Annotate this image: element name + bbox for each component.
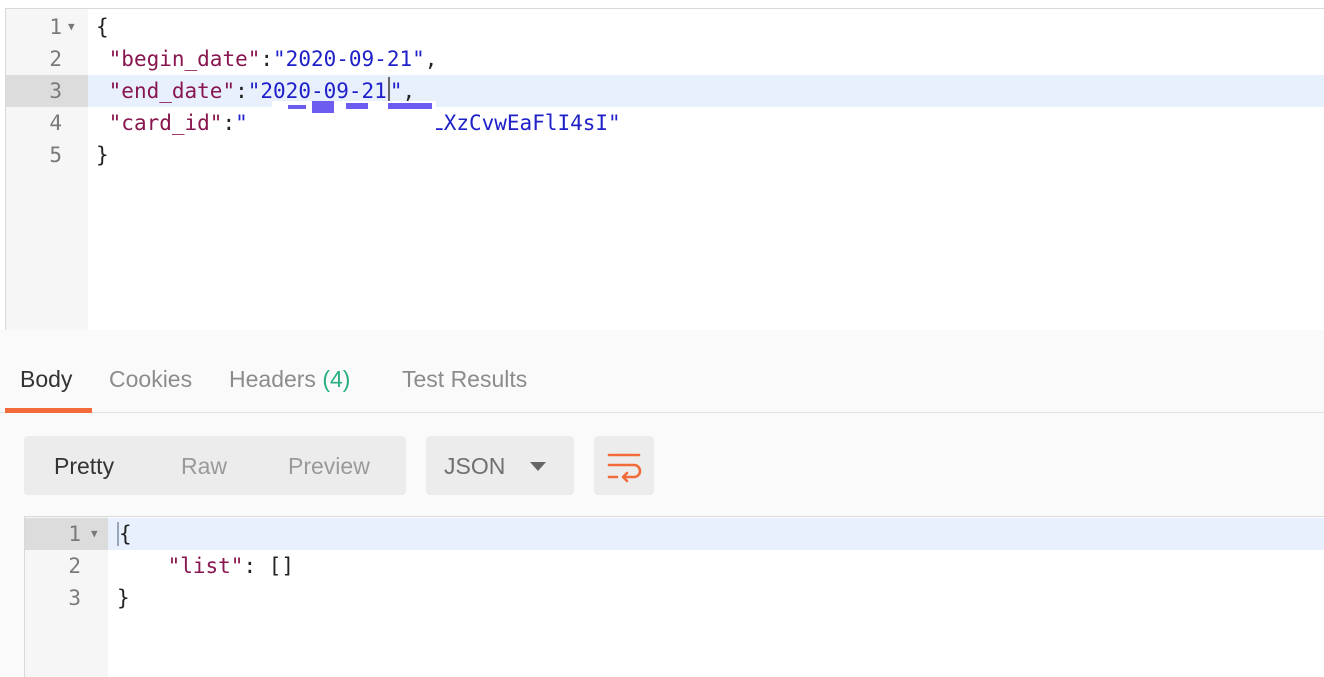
code-line: 2 "list": [] [25, 550, 1324, 582]
line-number: 3 [49, 79, 62, 103]
line-number: 4 [49, 111, 62, 135]
wrap-lines-icon [607, 453, 642, 483]
chevron-down-icon[interactable]: ▼ [91, 518, 98, 550]
line-number: 2 [68, 554, 81, 578]
redaction-mark [388, 103, 432, 109]
brace-close: } [96, 143, 109, 167]
tab-headers[interactable]: Headers (4) [229, 366, 350, 393]
response-tabs: Body Cookies Headers (4) Test Results [0, 332, 1324, 413]
line-number: 5 [49, 143, 62, 167]
format-dropdown[interactable]: JSON [426, 436, 574, 495]
raw-button[interactable]: Raw [181, 453, 227, 480]
code-line[interactable]: 1 ▼ { [6, 11, 1324, 43]
code-line[interactable]: 2 "begin_date":"2020-09-21", [6, 43, 1324, 75]
chevron-down-icon[interactable]: ▼ [68, 11, 75, 43]
line-number: 2 [49, 47, 62, 71]
tab-headers-label: Headers [229, 366, 316, 392]
active-code-line[interactable]: 1 ▼ { [25, 518, 1324, 550]
tab-cookies[interactable]: Cookies [109, 366, 192, 393]
json-value: "2020-09-21" [273, 47, 425, 71]
active-tab-indicator [5, 408, 92, 413]
preview-button[interactable]: Preview [288, 453, 370, 480]
active-code-line[interactable]: 3 "end_date":"2020-09-21 ", [6, 75, 1324, 107]
code-line: 3 } [25, 582, 1324, 614]
line-number: 1 [68, 522, 81, 546]
code-line[interactable]: 5 } [6, 139, 1324, 171]
tab-body[interactable]: Body [20, 366, 72, 393]
json-value: "2020-09-21 [247, 79, 387, 103]
line-number: 3 [68, 586, 81, 610]
request-body-editor[interactable]: 1 ▼ { 2 "begin_date":"2020-09-21", 3 "en… [5, 8, 1324, 332]
redaction-mark [288, 105, 306, 109]
tab-test-results[interactable]: Test Results [402, 366, 527, 393]
response-body-viewer[interactable]: 1 ▼ { 2 "list": [] 3 } [24, 516, 1324, 677]
code-line[interactable]: 4 "card_id":" lXLXzCvwEaFlI4sI" [6, 107, 1324, 139]
brace-open: { [117, 522, 132, 546]
redaction-mark [346, 103, 368, 109]
brace-close: } [117, 586, 130, 610]
pretty-button[interactable]: Pretty [54, 453, 114, 480]
line-number: 1 [49, 15, 62, 39]
response-toolbar: Pretty Raw Preview JSON [0, 414, 1324, 514]
json-key: "card_id" [108, 111, 223, 135]
caret-down-icon [530, 462, 546, 471]
view-mode-selector: Pretty Raw Preview [24, 436, 406, 495]
json-key: "end_date" [108, 79, 236, 103]
json-value: lXLXzCvwEaFlI4sI" [405, 111, 621, 135]
headers-count-badge: (4) [322, 366, 351, 392]
json-value: [] [268, 554, 295, 578]
json-key: "begin_date" [108, 47, 261, 71]
json-key: "list" [167, 554, 244, 578]
format-dropdown-label: JSON [444, 453, 506, 479]
redaction-mark [312, 101, 334, 113]
brace-open: { [96, 15, 109, 39]
wrap-lines-button[interactable] [594, 436, 654, 495]
